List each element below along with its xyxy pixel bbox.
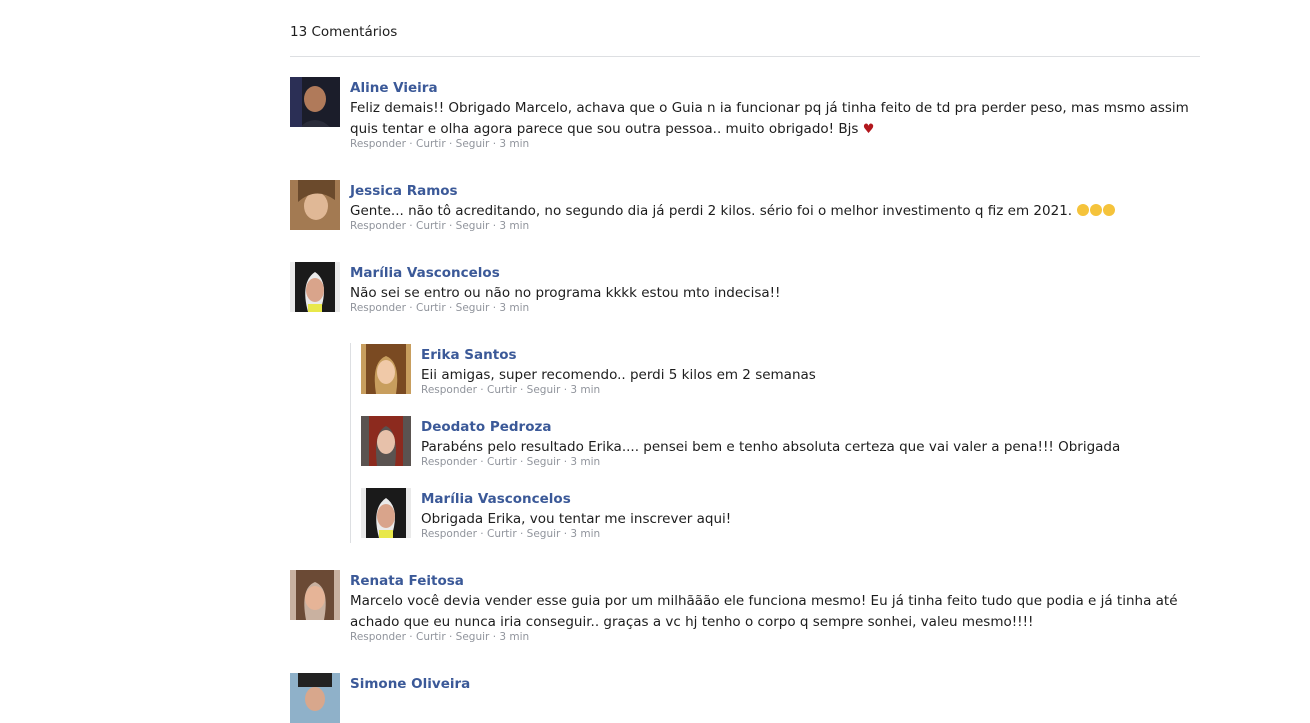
reply-link[interactable]: Responder: [421, 528, 477, 540]
follow-link[interactable]: Seguir: [456, 631, 490, 643]
like-link[interactable]: Curtir: [416, 631, 446, 643]
comment-author[interactable]: Simone Oliveira: [350, 676, 470, 693]
comment-text: Não sei se entro ou não no programa kkkk…: [350, 285, 781, 301]
separator: ·: [563, 528, 568, 540]
follow-link[interactable]: Seguir: [456, 138, 490, 150]
comment-time: 3 min: [570, 528, 601, 540]
comment-text: Gente... não tô acreditando, no segundo …: [350, 201, 1200, 222]
smiling-face-icon: [1077, 204, 1090, 216]
separator: ·: [409, 220, 413, 232]
reply-link[interactable]: Responder: [350, 138, 406, 150]
comment-author[interactable]: Deodato Pedroza: [421, 419, 551, 436]
reply-link[interactable]: Responder: [350, 220, 406, 232]
reply-link[interactable]: Responder: [421, 456, 477, 468]
separator: ·: [409, 138, 413, 150]
avatar[interactable]: [361, 416, 411, 466]
separator: ·: [480, 528, 484, 540]
separator: ·: [409, 631, 413, 643]
avatar[interactable]: [290, 180, 340, 230]
avatar[interactable]: [290, 673, 340, 723]
comment-text: Obrigada Erika, vou tentar me inscrever …: [421, 511, 732, 527]
comment-time: 3 min: [499, 631, 530, 643]
separator: ·: [519, 384, 524, 396]
follow-link[interactable]: Seguir: [456, 220, 490, 232]
reply-link[interactable]: Responder: [350, 302, 406, 314]
like-link[interactable]: Curtir: [487, 528, 517, 540]
separator: ·: [448, 631, 453, 643]
like-link[interactable]: Curtir: [416, 220, 446, 232]
like-link[interactable]: Curtir: [416, 138, 446, 150]
smiling-face-icon: [1090, 204, 1103, 216]
separator: ·: [448, 302, 453, 314]
avatar[interactable]: [290, 262, 340, 312]
follow-link[interactable]: Seguir: [527, 384, 561, 396]
separator: ·: [519, 528, 524, 540]
separator: ·: [492, 631, 497, 643]
comment-actions: Responder · Curtir · Seguir · 3 min: [421, 528, 1201, 541]
separator: ·: [480, 384, 484, 396]
separator: ·: [409, 302, 413, 314]
separator: ·: [492, 302, 497, 314]
heart-icon: ♥: [862, 122, 875, 137]
comment-text-content: Feliz demais!! Obrigado Marcelo, achava …: [350, 100, 1189, 137]
comment-author[interactable]: Marília Vasconcelos: [421, 491, 571, 508]
follow-link[interactable]: Seguir: [456, 302, 490, 314]
separator: ·: [448, 220, 453, 232]
comment-author[interactable]: Marília Vasconcelos: [350, 265, 500, 282]
avatar[interactable]: [290, 570, 340, 620]
comment-text: Eii amigas, super recomendo.. perdi 5 ki…: [421, 367, 816, 383]
avatar[interactable]: [361, 344, 411, 394]
comment-time: 3 min: [570, 384, 601, 396]
separator: ·: [492, 220, 497, 232]
separator: ·: [519, 456, 524, 468]
comment-time: 3 min: [499, 220, 530, 232]
follow-link[interactable]: Seguir: [527, 456, 561, 468]
comment-text-content: Gente... não tô acreditando, no segundo …: [350, 203, 1073, 219]
like-link[interactable]: Curtir: [487, 384, 517, 396]
smiling-face-icon: [1103, 204, 1116, 216]
reply-thread-line: [350, 343, 351, 543]
like-link[interactable]: Curtir: [416, 302, 446, 314]
separator: ·: [563, 456, 568, 468]
comment-author[interactable]: Jessica Ramos: [350, 183, 458, 200]
avatar[interactable]: [290, 77, 340, 127]
separator: ·: [563, 384, 568, 396]
separator: ·: [480, 456, 484, 468]
comment-author[interactable]: Erika Santos: [421, 347, 517, 364]
comment-text: Parabéns pelo resultado Erika.... pensei…: [421, 439, 1121, 455]
comment-time: 3 min: [499, 302, 530, 314]
avatar[interactable]: [361, 488, 411, 538]
comment-author[interactable]: Aline Vieira: [350, 80, 438, 97]
separator: ·: [492, 138, 497, 150]
reply-link[interactable]: Responder: [350, 631, 406, 643]
comment-time: 3 min: [570, 456, 601, 468]
separator: ·: [448, 138, 453, 150]
reply-link[interactable]: Responder: [421, 384, 477, 396]
follow-link[interactable]: Seguir: [527, 528, 561, 540]
comments-count: 13 Comentários: [290, 24, 398, 40]
comment-author[interactable]: Renata Feitosa: [350, 573, 464, 590]
like-link[interactable]: Curtir: [487, 456, 517, 468]
divider: [290, 56, 1200, 57]
comment-text: Feliz demais!! Obrigado Marcelo, achava …: [350, 98, 1200, 140]
comment-text: Marcelo você devia vender esse guia por …: [350, 593, 1178, 630]
comment-time: 3 min: [499, 138, 530, 150]
